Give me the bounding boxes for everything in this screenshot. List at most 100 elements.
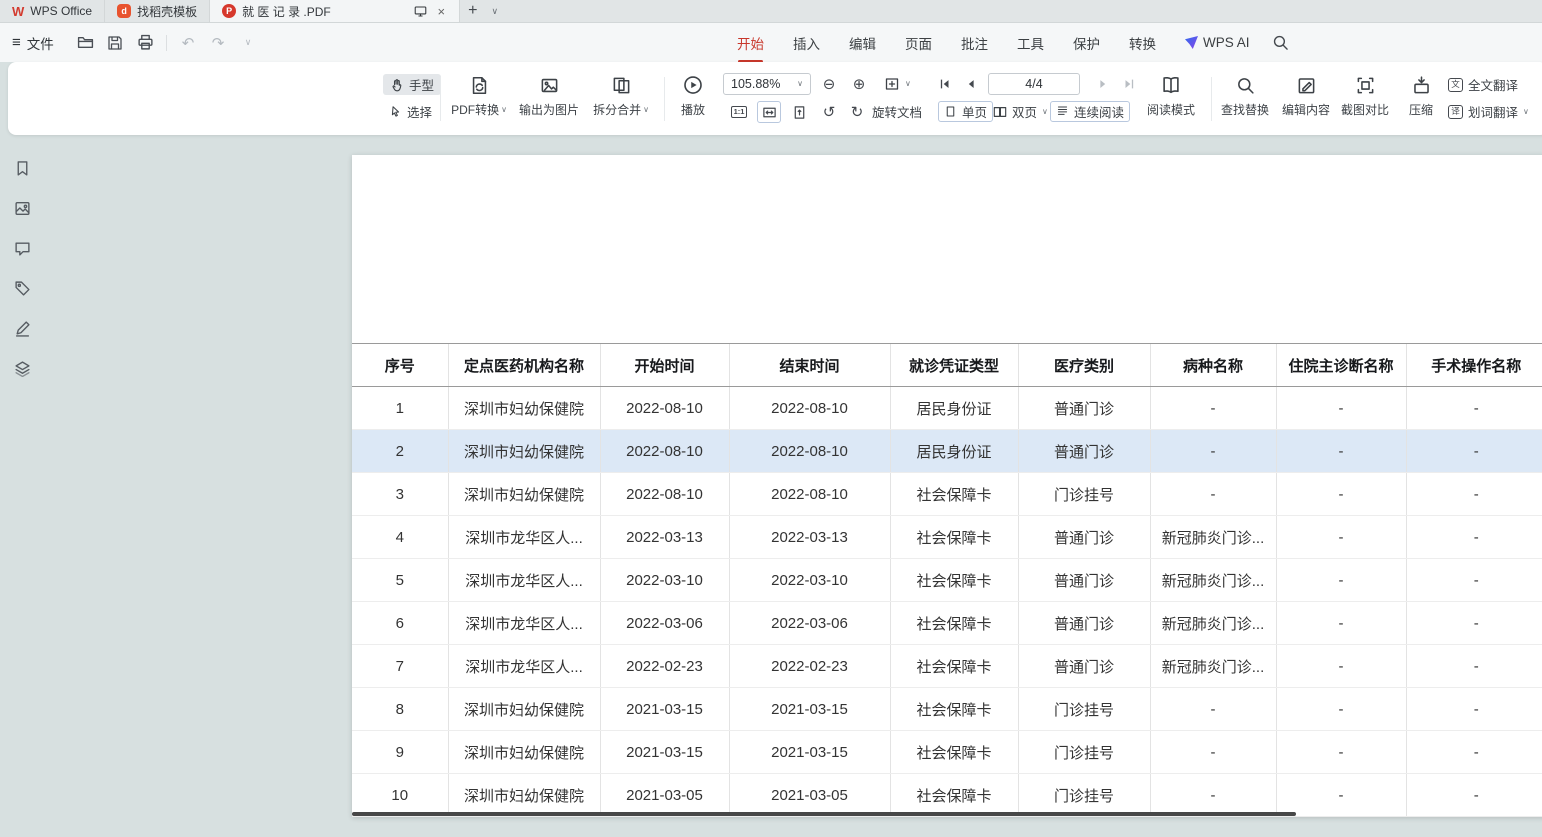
play-label: 播放 xyxy=(681,101,705,118)
table-cell: 2022-08-10 xyxy=(729,430,890,473)
full-translation-button[interactable]: 文 全文翻译 xyxy=(1448,74,1518,95)
menu-tab-page[interactable]: 页面 xyxy=(905,33,932,53)
medical-records-table: 序号定点医药机构名称开始时间结束时间就诊凭证类型医疗类别病种名称住院主诊断名称手… xyxy=(352,343,1542,817)
thumbnail-icon[interactable] xyxy=(12,198,32,218)
table-cell: 新冠肺炎门诊... xyxy=(1150,559,1276,602)
rotate-right-icon[interactable]: ↻ xyxy=(846,101,868,123)
fit-width-button[interactable] xyxy=(757,101,781,123)
pdf-convert-button[interactable]: PDF转换∨ xyxy=(446,70,512,127)
actual-size-button[interactable]: 1:1 xyxy=(728,101,750,123)
search-icon[interactable] xyxy=(1272,34,1290,52)
menu-tab-home[interactable]: 开始 xyxy=(737,33,764,53)
edit-content-icon xyxy=(1297,72,1316,98)
play-button[interactable]: 播放 xyxy=(669,70,717,127)
find-replace-button[interactable]: 查找替换 xyxy=(1215,70,1275,127)
continuous-read-button[interactable]: 连续阅读 xyxy=(1050,101,1130,122)
first-page-icon[interactable] xyxy=(934,73,956,95)
undo-icon[interactable]: ↶ xyxy=(179,34,197,52)
comment-icon[interactable] xyxy=(12,238,32,258)
next-page-icon[interactable] xyxy=(1092,73,1114,95)
left-panel-icons xyxy=(12,158,32,378)
table-row: 4深圳市龙华区人...2022-03-132022-03-13社会保障卡普通门诊… xyxy=(352,516,1542,559)
table-cell: 深圳市妇幼保健院 xyxy=(448,731,600,774)
table-cell: 深圳市妇幼保健院 xyxy=(448,774,600,817)
menu-tab-convert[interactable]: 转换 xyxy=(1129,33,1156,53)
quickbar-chevron-icon[interactable]: ∨ xyxy=(239,34,257,52)
menu-tab-wps-ai[interactable]: WPS AI xyxy=(1185,35,1250,50)
zoom-in-icon[interactable]: ⊕ xyxy=(848,73,870,95)
screenshot-compare-button[interactable]: 截图对比 xyxy=(1335,70,1395,127)
hand-tool-label: 手型 xyxy=(409,75,434,94)
pdf-convert-icon xyxy=(470,72,489,98)
tag-icon[interactable] xyxy=(12,278,32,298)
tab-document[interactable]: P 就 医 记 录 .PDF × xyxy=(210,0,460,22)
export-image-label: 输出为图片 xyxy=(519,101,579,118)
export-as-image-button[interactable]: 输出为图片 xyxy=(513,70,585,127)
tab-close-icon[interactable]: × xyxy=(436,5,448,18)
table-row: 10深圳市妇幼保健院2021-03-052021-03-05社会保障卡门诊挂号-… xyxy=(352,774,1542,817)
column-header: 就诊凭证类型 xyxy=(890,344,1018,387)
read-mode-icon xyxy=(1161,72,1181,98)
chevron-down-icon: ∨ xyxy=(1523,108,1529,116)
tab-wps-office[interactable]: W WPS Office xyxy=(0,0,105,22)
signature-icon[interactable] xyxy=(12,318,32,338)
tab-list-chevron-icon[interactable]: ∨ xyxy=(485,6,504,17)
hand-tool-button[interactable]: 手型 xyxy=(383,74,441,95)
rotate-document-button[interactable]: 旋转文档 xyxy=(872,101,922,122)
screenshot-compare-label: 截图对比 xyxy=(1341,101,1389,118)
layers-icon[interactable] xyxy=(12,358,32,378)
split-merge-button[interactable]: 拆分合并∨ xyxy=(586,70,656,127)
table-cell: 深圳市妇幼保健院 xyxy=(448,688,600,731)
table-cell: - xyxy=(1406,645,1542,688)
table-header-row: 序号定点医药机构名称开始时间结束时间就诊凭证类型医疗类别病种名称住院主诊断名称手… xyxy=(352,344,1542,387)
table-cell: 社会保障卡 xyxy=(890,645,1018,688)
save-icon[interactable] xyxy=(106,34,124,52)
menu-tab-protect[interactable]: 保护 xyxy=(1073,33,1100,53)
table-cell: 2022-08-10 xyxy=(729,387,890,430)
rotate-left-icon[interactable]: ↺ xyxy=(818,101,840,123)
tab-label: WPS Office xyxy=(30,4,92,18)
table-row: 2深圳市妇幼保健院2022-08-102022-08-10居民身份证普通门诊--… xyxy=(352,430,1542,473)
word-translation-label: 划词翻译 xyxy=(1468,102,1518,121)
single-page-label: 单页 xyxy=(962,102,987,121)
read-mode-button[interactable]: 阅读模式 xyxy=(1139,70,1203,127)
open-file-icon[interactable] xyxy=(76,34,94,52)
table-cell: 7 xyxy=(352,645,448,688)
redo-icon[interactable]: ↷ xyxy=(209,34,227,52)
table-cell: 居民身份证 xyxy=(890,430,1018,473)
last-page-icon[interactable] xyxy=(1118,73,1140,95)
bookmark-icon[interactable] xyxy=(12,158,32,178)
open-in-window-icon[interactable] xyxy=(412,2,430,20)
find-replace-label: 查找替换 xyxy=(1221,101,1269,118)
compress-button[interactable]: 压缩 xyxy=(1399,70,1443,127)
table-cell: 2022-08-10 xyxy=(600,430,729,473)
select-tool-button[interactable]: 选择 xyxy=(389,101,432,122)
tab-docer-templates[interactable]: d 找稻壳模板 xyxy=(105,0,210,22)
fit-window-dropdown[interactable]: ∨ xyxy=(884,73,911,94)
word-translation-button[interactable]: 译 划词翻译 ∨ xyxy=(1448,101,1529,122)
find-replace-icon xyxy=(1236,72,1255,98)
menu-tab-comment[interactable]: 批注 xyxy=(961,33,988,53)
table-cell: 2022-03-10 xyxy=(729,559,890,602)
file-menu-button[interactable]: ≡ 文件 xyxy=(12,23,54,62)
table-cell: 10 xyxy=(352,774,448,817)
table-cell: - xyxy=(1406,516,1542,559)
fit-page-icon xyxy=(792,105,807,120)
fit-page-button[interactable] xyxy=(788,101,810,123)
menu-tab-insert[interactable]: 插入 xyxy=(793,33,820,53)
double-page-button[interactable]: 双页 ∨ xyxy=(993,101,1048,122)
menu-tab-tools[interactable]: 工具 xyxy=(1017,33,1044,53)
horizontal-scrollbar[interactable] xyxy=(352,812,1296,816)
zoom-level-dropdown[interactable]: 105.88% ∨ xyxy=(723,73,811,95)
edit-content-button[interactable]: 编辑内容 xyxy=(1276,70,1336,127)
single-page-button[interactable]: 单页 xyxy=(938,101,993,122)
print-icon[interactable] xyxy=(136,34,154,52)
page-number-input[interactable]: 4/4 xyxy=(988,73,1080,95)
menu-tab-edit[interactable]: 编辑 xyxy=(849,33,876,53)
toolbar-divider xyxy=(166,35,167,51)
zoom-value: 105.88% xyxy=(731,77,780,91)
zoom-out-icon[interactable]: ⊖ xyxy=(818,73,840,95)
new-tab-button[interactable]: + xyxy=(460,2,485,20)
document-page[interactable]: 序号定点医药机构名称开始时间结束时间就诊凭证类型医疗类别病种名称住院主诊断名称手… xyxy=(352,155,1542,817)
previous-page-icon[interactable] xyxy=(960,73,982,95)
